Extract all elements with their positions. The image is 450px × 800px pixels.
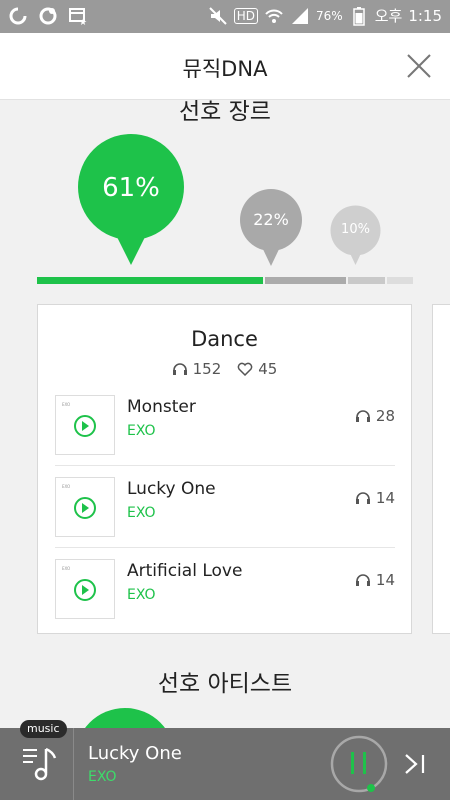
track-plays-value: 28 [375, 407, 395, 425]
genre-bar-segment [264, 277, 347, 284]
header-title: 뮤직DNA [182, 57, 268, 81]
svg-text:EXO: EXO [62, 566, 70, 571]
like-count-value: 45 [258, 360, 278, 378]
genre-bar-segment [387, 277, 413, 284]
genre-bubble-3[interactable]: 10% [330, 205, 381, 265]
hd-icon: HD [233, 7, 259, 24]
next-track-icon[interactable] [402, 752, 428, 776]
listen-count: 152 [172, 360, 222, 378]
svg-text:★: ★ [79, 18, 87, 26]
genre-bubble-1[interactable]: 61% [77, 133, 185, 265]
track-artist: EXO [127, 505, 156, 521]
listen-count-value: 152 [192, 360, 222, 378]
track-row[interactable]: EXO Lucky One EXO 14 [55, 469, 395, 549]
genre-card[interactable]: Dance 152 45 EXO Monster EXO 28 EXO Luck… [37, 304, 412, 634]
track-artist: EXO [127, 587, 156, 603]
divider [55, 547, 395, 548]
battery-percent: 76% [316, 8, 343, 23]
now-playing-artist: EXO [88, 769, 117, 785]
svg-text:EXO: EXO [62, 484, 70, 489]
divider [55, 465, 395, 466]
heart-icon [237, 362, 253, 376]
artist-section-title: 선호 아티스트 [157, 671, 293, 697]
mini-player[interactable]: music Lucky One EXO [0, 720, 450, 800]
track-plays-value: 14 [375, 489, 395, 507]
album-art: EXO [55, 395, 115, 455]
track-plays: 14 [355, 489, 395, 507]
genre-share-bar [37, 277, 413, 284]
track-row[interactable]: EXO Monster EXO 28 [55, 387, 395, 467]
track-row[interactable]: EXO Artificial Love EXO 14 [55, 551, 395, 631]
genre-name: Dance [191, 327, 258, 351]
calendar-star-icon: ★ [68, 6, 88, 26]
track-title: Lucky One [127, 479, 216, 499]
like-count: 45 [237, 360, 277, 378]
signal-icon [290, 6, 310, 26]
album-art: EXO [55, 559, 115, 619]
genre-stats: 152 45 [38, 360, 411, 378]
album-art: EXO [55, 477, 115, 537]
genre-bubble-3-label: 10% [341, 222, 370, 237]
settings-ring-icon [38, 6, 58, 26]
headphones-icon [355, 574, 370, 586]
pause-button[interactable] [329, 734, 389, 794]
mute-icon [208, 6, 228, 26]
headphones-icon [355, 492, 370, 504]
playlist-music-icon[interactable] [20, 745, 60, 785]
time-period: 오후 [374, 7, 403, 25]
wifi-icon [264, 6, 284, 26]
track-plays: 14 [355, 571, 395, 589]
track-artist: EXO [127, 423, 156, 439]
genre-bar-segment [348, 277, 386, 284]
genre-bubble-2[interactable]: 22% [239, 188, 303, 266]
next-genre-card[interactable] [432, 304, 450, 634]
headphones-icon [355, 410, 370, 422]
svg-text:EXO: EXO [62, 402, 70, 407]
music-badge: music [20, 720, 67, 738]
track-title: Artificial Love [127, 561, 243, 581]
app-o-icon [8, 6, 28, 26]
time: 1:15 [408, 6, 442, 25]
now-playing-title: Lucky One [88, 743, 182, 764]
battery-icon [349, 6, 369, 26]
close-button[interactable] [406, 53, 432, 79]
genre-bubble-1-label: 61% [102, 173, 160, 203]
track-plays-value: 14 [375, 571, 395, 589]
genre-bar-segment [37, 277, 263, 284]
genre-bubble-2-label: 22% [253, 210, 289, 229]
status-bar: ★ HD 76% 오후 1:15 [0, 0, 450, 33]
player-separator [73, 728, 74, 800]
track-title: Monster [127, 397, 196, 417]
header-overlay: 뮤직DNA [0, 33, 450, 100]
headphones-icon [172, 363, 187, 375]
track-plays: 28 [355, 407, 395, 425]
